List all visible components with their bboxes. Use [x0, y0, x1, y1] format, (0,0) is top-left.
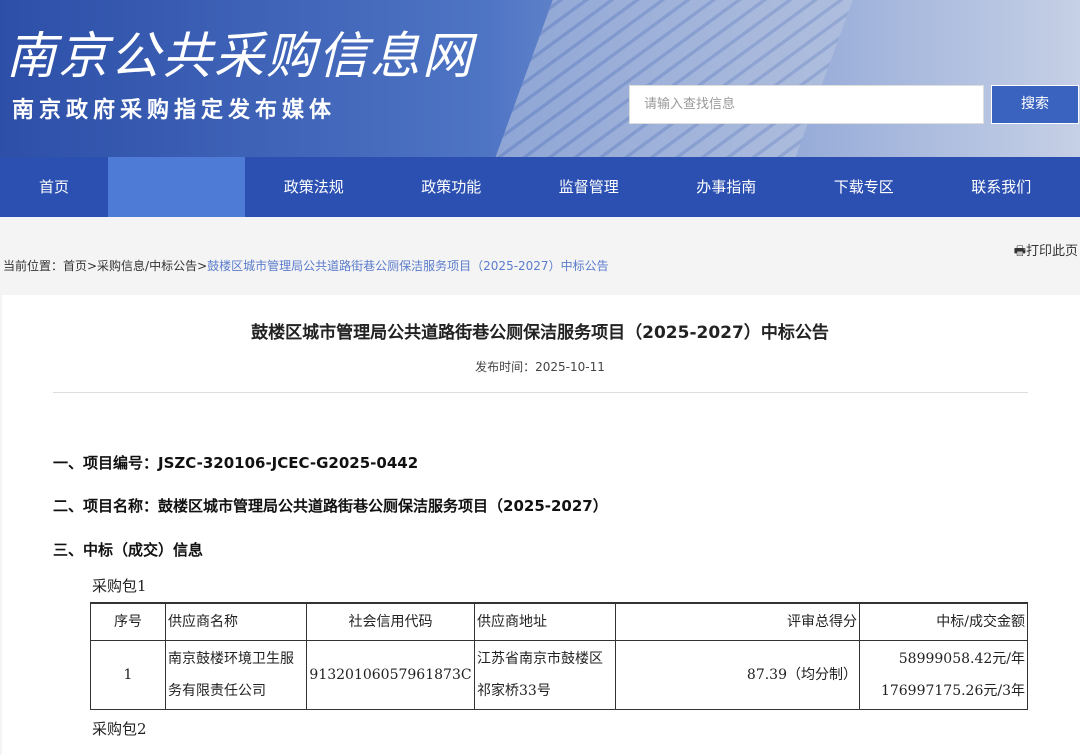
breadcrumb-path[interactable]: 当前位置：首页>采购信息/中标公告> [3, 259, 207, 273]
banner-building-image [472, 0, 868, 157]
header-banner: 南京公共采购信息网 南京政府采购指定发布媒体 请输入查找信息 搜索 [0, 0, 1080, 157]
nav-contact[interactable]: 联系我们 [933, 157, 1071, 217]
cell-supplier: 南京鼓楼环境卫生服务有限责任公司 [165, 640, 307, 710]
col-credit-code: 社会信用代码 [306, 602, 475, 641]
amount-per-year: 58999058.42元/年 [898, 651, 1025, 667]
section-project-name: 二、项目名称：鼓楼区城市管理局公共道路街巷公厕保洁服务项目（2025-2027） [53, 497, 608, 515]
col-amount: 中标/成交金额 [859, 602, 1028, 641]
search-button[interactable]: 搜索 [991, 85, 1079, 124]
printer-icon: 🖶 [1013, 244, 1026, 259]
table-header-row: 序号 供应商名称 社会信用代码 供应商地址 评审总得分 中标/成交金额 [90, 602, 1028, 641]
nav-policy-law[interactable]: 政策法规 [245, 157, 383, 217]
breadcrumb-current[interactable]: 鼓楼区城市管理局公共道路街巷公厕保洁服务项目（2025-2027）中标公告 [207, 259, 608, 273]
breadcrumb: 当前位置：首页>采购信息/中标公告>鼓楼区城市管理局公共道路街巷公厕保洁服务项目… [3, 257, 609, 274]
package-1-label: 采购包1 [92, 577, 147, 595]
cell-no: 1 [90, 640, 166, 710]
nav-item-active[interactable] [108, 157, 245, 217]
table-row: 1 南京鼓楼环境卫生服务有限责任公司 91320106057961873C 江苏… [90, 640, 1028, 710]
amount-total: 176997175.26元/3年 [880, 683, 1025, 699]
print-page-link[interactable]: 🖶打印此页 [1014, 240, 1078, 264]
award-table: 序号 供应商名称 社会信用代码 供应商地址 评审总得分 中标/成交金额 1 南京… [90, 602, 1028, 710]
page-title: 鼓楼区城市管理局公共道路街巷公厕保洁服务项目（2025-2027）中标公告 [251, 323, 829, 343]
nav-guide[interactable]: 办事指南 [658, 157, 796, 217]
section-project-number: 一、项目编号：JSZC-320106-JCEC-G2025-0442 [53, 454, 419, 472]
cell-amount: 58999058.42元/年 176997175.26元/3年 [859, 640, 1028, 710]
package-2-label: 采购包2 [92, 720, 147, 738]
col-score: 评审总得分 [615, 602, 860, 641]
section-award-info: 三、中标（成交）信息 [53, 541, 204, 559]
search-input[interactable]: 请输入查找信息 [629, 85, 984, 124]
site-logo[interactable]: 南京公共采购信息网 [6, 16, 474, 88]
main-nav: 首页 政策法规 政策功能 监督管理 办事指南 下载专区 联系我们 [0, 157, 1080, 217]
cell-score: 87.39（均分制） [615, 640, 860, 710]
site-slogan: 南京政府采购指定发布媒体 [12, 98, 337, 123]
cell-address: 江苏省南京市鼓楼区祁家桥33号 [474, 640, 616, 710]
divider [53, 392, 1028, 393]
col-supplier: 供应商名称 [165, 602, 307, 641]
nav-download[interactable]: 下载专区 [795, 157, 933, 217]
col-no: 序号 [90, 602, 166, 641]
nav-policy-function[interactable]: 政策功能 [383, 157, 521, 217]
publish-date: 发布时间：2025-10-11 [475, 360, 605, 374]
nav-supervision[interactable]: 监督管理 [520, 157, 658, 217]
print-label: 打印此页 [1025, 244, 1078, 259]
col-address: 供应商地址 [474, 602, 616, 641]
cell-credit-code: 91320106057961873C [306, 640, 475, 710]
nav-home[interactable]: 首页 [0, 157, 108, 217]
